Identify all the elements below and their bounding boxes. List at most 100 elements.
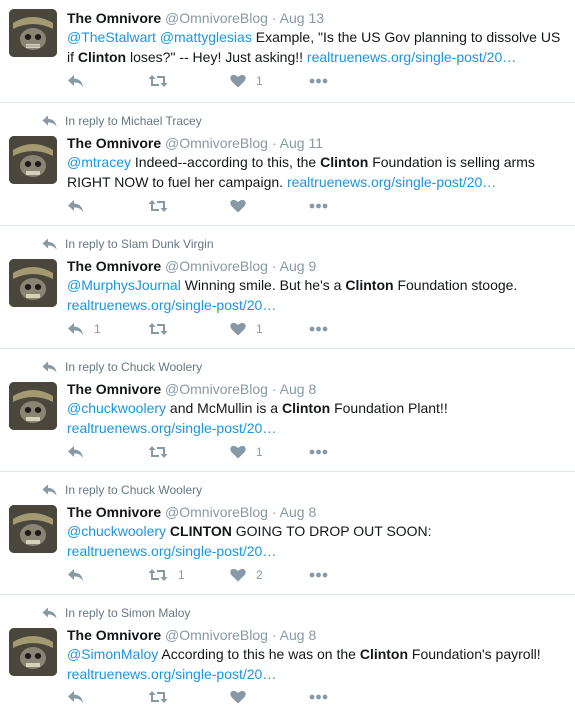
mention-link[interactable]: @MurphysJournal [67,277,181,293]
highlighted-keyword: Clinton [359,646,409,662]
author-handle[interactable]: @OmnivoreBlog [165,627,268,643]
tweet-item[interactable]: The Omnivore @OmnivoreBlog · Aug 13 @The… [0,0,575,103]
more-button[interactable] [309,319,328,339]
reply-button[interactable] [67,687,94,707]
more-dots-icon [309,449,328,455]
reply-arrow-icon [42,115,57,127]
reply-context[interactable]: In reply to Chuck Woolery [42,482,202,498]
author-handle[interactable]: @OmnivoreBlog [165,381,268,397]
retweet-button[interactable] [148,196,178,216]
retweet-icon [148,200,168,212]
more-dots-icon [309,78,328,84]
author-name[interactable]: The Omnivore [67,381,161,397]
reply-context[interactable]: In reply to Slam Dunk Virgin [42,236,214,252]
mention-link[interactable]: @SimonMaloy [67,646,158,662]
more-button[interactable] [309,71,328,91]
header-separator: · [271,627,277,643]
tweet-date[interactable]: Aug 8 [280,381,317,397]
like-button[interactable]: 1 [230,319,263,339]
retweet-button[interactable] [148,319,178,339]
tweet-text-segment: and McMullin is a [166,400,282,416]
more-dots-icon [309,326,328,332]
retweet-icon [148,691,168,703]
like-count: 1 [256,445,263,459]
tweet-item[interactable]: In reply to Chuck Woolery The Omnivore @… [0,472,575,595]
author-handle[interactable]: @OmnivoreBlog [165,135,268,151]
mention-link[interactable]: @chuckwoolery [67,400,166,416]
tweet-date[interactable]: Aug 8 [280,504,317,520]
reply-count: 1 [94,322,101,336]
reply-button[interactable] [67,565,94,585]
author-handle[interactable]: @OmnivoreBlog [165,258,268,274]
tweet-date[interactable]: Aug 8 [280,627,317,643]
like-button[interactable]: 2 [230,565,263,585]
like-button[interactable] [230,687,256,707]
like-button[interactable]: 1 [230,442,263,462]
mention-link[interactable]: @TheStalwart [67,29,156,45]
url-link[interactable]: realtruenews.org/single-post/20… [67,543,276,559]
avatar[interactable] [9,259,57,307]
more-button[interactable] [309,565,328,585]
url-link[interactable]: realtruenews.org/single-post/20… [67,420,276,436]
author-name[interactable]: The Omnivore [67,135,161,151]
reply-icon [68,200,83,212]
reply-button[interactable] [67,71,94,91]
retweet-button[interactable] [148,71,178,91]
author-handle[interactable]: @OmnivoreBlog [165,10,268,26]
tweet-item[interactable]: In reply to Michael Tracey The Omnivore … [0,103,575,226]
tweet-text-segment: Foundation Plant!! [330,400,448,416]
tweet-date[interactable]: Aug 9 [280,258,317,274]
reply-context[interactable]: In reply to Simon Maloy [42,605,190,621]
avatar[interactable] [9,136,57,184]
tweet-date[interactable]: Aug 13 [280,10,324,26]
author-name[interactable]: The Omnivore [67,504,161,520]
reply-button[interactable] [67,442,94,462]
tweet-text-segment: Foundation stooge. [393,277,518,293]
more-button[interactable] [309,196,328,216]
url-link[interactable]: realtruenews.org/single-post/20… [67,666,276,682]
tweet-date[interactable]: Aug 11 [280,135,323,151]
tweet-text-segment: Winning smile. But he's a [180,277,346,293]
more-dots-icon [309,694,328,700]
like-button[interactable]: 1 [230,71,263,91]
mention-link[interactable]: @chuckwoolery [67,523,166,539]
retweet-button[interactable] [148,687,178,707]
heart-icon [230,199,246,213]
like-count: 1 [256,74,263,88]
avatar[interactable] [9,505,57,553]
reply-icon [68,446,83,458]
avatar[interactable] [9,382,57,430]
like-count: 2 [256,568,263,582]
reply-context-label: In reply to Chuck Woolery [65,483,203,497]
tweet-item[interactable]: In reply to Simon Maloy The Omnivore @Om… [0,595,575,710]
reply-button[interactable] [67,196,94,216]
reply-context[interactable]: In reply to Chuck Woolery [42,359,202,375]
reply-button[interactable]: 1 [67,319,101,339]
author-name[interactable]: The Omnivore [67,10,161,26]
retweet-count: 1 [178,568,185,582]
reply-context-label: In reply to Chuck Woolery [65,360,203,374]
reply-arrow-icon [42,607,57,619]
retweet-button[interactable] [148,442,178,462]
more-button[interactable] [309,442,328,462]
avatar[interactable] [9,9,57,57]
like-button[interactable] [230,196,256,216]
more-button[interactable] [309,687,328,707]
mention-link[interactable]: @mtracey [67,154,131,170]
url-link[interactable]: realtruenews.org/single-post/20… [307,49,516,65]
tweet-item[interactable]: In reply to Chuck Woolery The Omnivore @… [0,349,575,472]
avatar[interactable] [9,628,57,676]
author-handle[interactable]: @OmnivoreBlog [165,504,268,520]
heart-icon [230,74,246,88]
heart-icon [230,690,246,704]
mention-link[interactable]: @mattyglesias [160,29,252,45]
reply-context[interactable]: In reply to Michael Tracey [42,113,202,129]
tweet-item[interactable]: In reply to Slam Dunk Virgin The Omnivor… [0,226,575,349]
author-name[interactable]: The Omnivore [67,258,161,274]
url-link[interactable]: realtruenews.org/single-post/20… [287,174,496,190]
url-link[interactable]: realtruenews.org/single-post/20… [67,297,276,313]
header-separator: · [271,258,277,274]
tweet-text: @TheStalwart @mattyglesias Example, "Is … [67,27,567,67]
author-name[interactable]: The Omnivore [67,627,161,643]
retweet-button[interactable]: 1 [148,565,185,585]
